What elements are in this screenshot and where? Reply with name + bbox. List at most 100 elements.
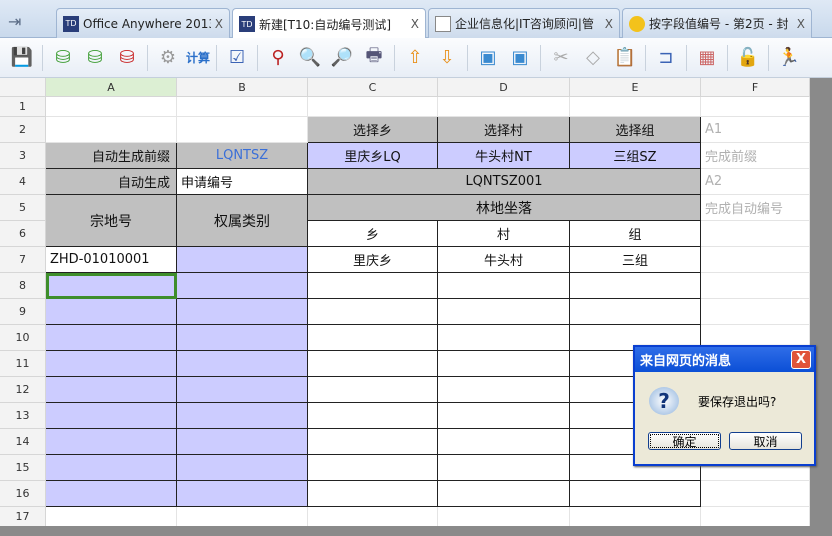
column-header-F[interactable]: F <box>701 78 810 97</box>
cell-F7[interactable] <box>701 247 810 273</box>
cut-icon[interactable]: ✂ <box>547 44 575 72</box>
cell-F3[interactable]: 完成前缀 <box>701 143 810 169</box>
cell-E7[interactable]: 三组 <box>570 247 701 273</box>
cell-C12[interactable] <box>308 377 438 403</box>
cell-D14[interactable] <box>438 429 570 455</box>
cell-F4[interactable]: A2 <box>701 169 810 195</box>
cell-E3[interactable]: 三组SZ <box>570 143 701 169</box>
cell-A8[interactable] <box>46 273 177 299</box>
calendar-icon[interactable]: ▦ <box>693 44 721 72</box>
cell-B1[interactable] <box>177 97 308 117</box>
close-icon[interactable]: X <box>791 350 811 369</box>
cell-B8[interactable] <box>177 273 308 299</box>
tab-close-icon[interactable]: X <box>797 17 805 31</box>
gear-icon[interactable]: ⚙ <box>154 44 182 72</box>
column-header-A[interactable]: A <box>46 78 177 97</box>
cell-F8[interactable] <box>701 273 810 299</box>
ok-button[interactable]: 确定 <box>648 432 721 450</box>
row-header-3[interactable]: 3 <box>0 143 46 169</box>
row-header-14[interactable]: 14 <box>0 429 46 455</box>
paste-icon[interactable]: 📋 <box>611 44 639 72</box>
cell-C11[interactable] <box>308 351 438 377</box>
cell-B13[interactable] <box>177 403 308 429</box>
cell-A7[interactable]: ZHD-01010001 <box>46 247 177 273</box>
tab-new-t10[interactable]: TD 新建[T10:自动编号测试] X <box>232 8 426 39</box>
zoom-icon[interactable]: 🔎 <box>328 44 356 72</box>
preview-icon[interactable]: 🔍 <box>296 44 324 72</box>
cell-A2[interactable] <box>46 117 177 143</box>
cell-C6[interactable]: 乡 <box>308 221 438 247</box>
cell-C9[interactable] <box>308 299 438 325</box>
cell-A4[interactable]: 自动生成 <box>46 169 177 195</box>
cell-C13[interactable] <box>308 403 438 429</box>
row-header-16[interactable]: 16 <box>0 481 46 507</box>
cell-A5[interactable]: 宗地号 <box>46 195 177 247</box>
new-tab-menu-icon[interactable]: ⇥ <box>8 12 30 32</box>
cell-E1[interactable] <box>570 97 701 117</box>
cell-C1[interactable] <box>308 97 438 117</box>
cell-C2[interactable]: 选择乡 <box>308 117 438 143</box>
cell-D1[interactable] <box>438 97 570 117</box>
cell-E17[interactable] <box>570 507 701 526</box>
row-header-13[interactable]: 13 <box>0 403 46 429</box>
cell-F6[interactable] <box>701 221 810 247</box>
cell-B12[interactable] <box>177 377 308 403</box>
cell-A12[interactable] <box>46 377 177 403</box>
cell-C8[interactable] <box>308 273 438 299</box>
unlock-icon[interactable]: 🔓 <box>734 44 762 72</box>
tab-office-anywhere[interactable]: TDOffice Anywhere 2013 网络X <box>56 8 230 38</box>
cell-C3[interactable]: 里庆乡LQ <box>308 143 438 169</box>
import-record-icon[interactable]: ⛁ <box>81 44 109 72</box>
cell-D6[interactable]: 村 <box>438 221 570 247</box>
column-header-B[interactable]: B <box>177 78 308 97</box>
cell-B7[interactable] <box>177 247 308 273</box>
cancel-button[interactable]: 取消 <box>729 432 802 450</box>
cell-A3[interactable]: 自动生成前缀 <box>46 143 177 169</box>
check-icon[interactable]: ☑ <box>223 44 251 72</box>
cell-A11[interactable] <box>46 351 177 377</box>
row-header-12[interactable]: 12 <box>0 377 46 403</box>
cell-D7[interactable]: 牛头村 <box>438 247 570 273</box>
cell-E16[interactable] <box>570 481 701 507</box>
cell-E9[interactable] <box>570 299 701 325</box>
cell-A1[interactable] <box>46 97 177 117</box>
cell-F2[interactable]: A1 <box>701 117 810 143</box>
cell-D10[interactable] <box>438 325 570 351</box>
cell-A13[interactable] <box>46 403 177 429</box>
row-header-9[interactable]: 9 <box>0 299 46 325</box>
cell-D16[interactable] <box>438 481 570 507</box>
cell-A9[interactable] <box>46 299 177 325</box>
row-header-11[interactable]: 11 <box>0 351 46 377</box>
cell-B16[interactable] <box>177 481 308 507</box>
cell-B11[interactable] <box>177 351 308 377</box>
print-icon[interactable]: 🖶 <box>360 44 388 72</box>
cell-B5[interactable]: 权属类别 <box>177 195 308 247</box>
row-header-10[interactable]: 10 <box>0 325 46 351</box>
column-header-C[interactable]: C <box>308 78 438 97</box>
tab-enterprise-it[interactable]: 企业信息化|IT咨询顾问|管 X <box>428 8 620 38</box>
cell-D8[interactable] <box>438 273 570 299</box>
cell-D3[interactable]: 牛头村NT <box>438 143 570 169</box>
cell-D11[interactable] <box>438 351 570 377</box>
cell-D15[interactable] <box>438 455 570 481</box>
column-header-D[interactable]: D <box>438 78 570 97</box>
wrap-icon[interactable]: ⊐ <box>652 44 680 72</box>
insert-image2-icon[interactable]: ▣ <box>506 44 534 72</box>
corner-cell[interactable] <box>0 78 46 97</box>
row-header-7[interactable]: 7 <box>0 247 46 273</box>
tab-field-numbering[interactable]: 按字段值编号 - 第2页 - 封X <box>622 8 812 38</box>
cell-F5[interactable]: 完成自动编号 <box>701 195 810 221</box>
cell-A10[interactable] <box>46 325 177 351</box>
cell-A17[interactable] <box>46 507 177 526</box>
cell-D17[interactable] <box>438 507 570 526</box>
cell-A16[interactable] <box>46 481 177 507</box>
cell-F17[interactable] <box>701 507 810 526</box>
cell-B17[interactable] <box>177 507 308 526</box>
cell-C7[interactable]: 里庆乡 <box>308 247 438 273</box>
calculate-button[interactable]: 计算 <box>186 49 210 66</box>
upload-icon[interactable]: ⇧ <box>401 44 429 72</box>
cell-C10[interactable] <box>308 325 438 351</box>
row-header-4[interactable]: 4 <box>0 169 46 195</box>
row-header-6[interactable]: 6 <box>0 221 46 247</box>
cell-E2[interactable]: 选择组 <box>570 117 701 143</box>
